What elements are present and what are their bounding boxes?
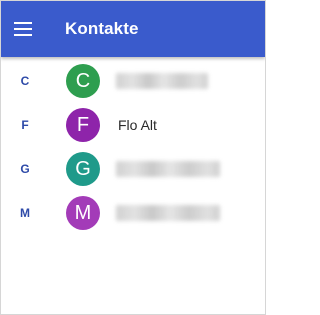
redacted-contact-name: [116, 73, 208, 89]
section-letter: F: [21, 118, 29, 132]
contact-row-m[interactable]: M M: [1, 191, 265, 235]
app-bar: Kontakte: [1, 1, 265, 57]
hamburger-menu-icon: [14, 22, 32, 36]
contact-avatar: G: [66, 152, 100, 186]
contact-row-f[interactable]: F F Flo Alt: [1, 103, 265, 147]
contact-avatar: F: [66, 108, 100, 142]
section-letter: M: [20, 206, 30, 220]
section-letter: G: [20, 162, 30, 176]
contact-list: C C F F Flo Alt G G M M: [1, 59, 265, 235]
redacted-contact-name: [116, 161, 220, 177]
page-title: Kontakte: [65, 19, 139, 38]
contact-avatar: M: [66, 196, 100, 230]
section-letter: C: [20, 74, 30, 88]
redacted-contact-name: [116, 205, 220, 221]
contact-avatar: C: [66, 64, 100, 98]
contact-row-c[interactable]: C C: [1, 59, 265, 103]
contact-name: Flo Alt: [118, 117, 157, 133]
contact-row-g[interactable]: G G: [1, 147, 265, 191]
contacts-screen: Kontakte C C F F Flo Alt G G M M: [0, 0, 266, 315]
menu-button[interactable]: [1, 1, 45, 57]
